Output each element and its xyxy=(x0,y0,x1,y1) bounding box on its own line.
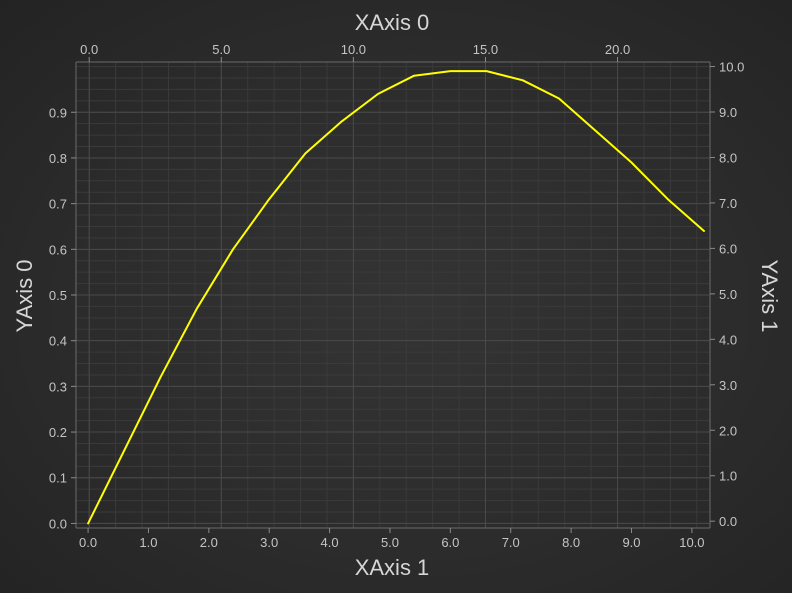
x-bottom-tick-label: 4.0 xyxy=(321,535,339,550)
series-line xyxy=(87,70,705,525)
y-right-tick-label: 8.0 xyxy=(719,150,737,165)
y-left-tick-label: 0.9 xyxy=(49,105,67,120)
y-left-tick-label: 0.4 xyxy=(49,334,67,349)
y-right-tick-label: 4.0 xyxy=(719,332,737,347)
tick-labels: 0.0 5.0 10.0 15.0 20.0 0.0 1.0 2.0 3.0 4.0 5.0 6.0 7… xyxy=(49,42,744,550)
y-right-tick-label: 1.0 xyxy=(719,469,737,484)
x-bottom-tick-label: 2.0 xyxy=(200,535,218,550)
x-top-tick-label: 20.0 xyxy=(605,42,630,57)
chart: 0.0 5.0 10.0 15.0 20.0 0.0 1.0 2.0 3.0 4.0 5.0 6.0 7… xyxy=(0,0,792,593)
y-left-tick-label: 0.6 xyxy=(49,242,67,257)
y-right-tick-label: 9.0 xyxy=(719,105,737,120)
chart-svg: 0.0 5.0 10.0 15.0 20.0 0.0 1.0 2.0 3.0 4.0 5.0 6.0 7… xyxy=(12,10,782,580)
x-bottom-tick-label: 0.0 xyxy=(79,535,97,550)
x-top-tick-label: 10.0 xyxy=(341,42,366,57)
x-bottom-tick-label: 9.0 xyxy=(622,535,640,550)
y-left-tick-label: 0.5 xyxy=(49,288,67,303)
x-bottom-tick-label: 8.0 xyxy=(562,535,580,550)
grid xyxy=(76,62,710,528)
x-bottom-tick-label: 7.0 xyxy=(502,535,520,550)
x-axis-bottom-title: XAxis 1 xyxy=(355,555,430,580)
x-bottom-tick-label: 5.0 xyxy=(381,535,399,550)
y-left-tick-label: 0.2 xyxy=(49,425,67,440)
y-left-tick-label: 0.3 xyxy=(49,379,67,394)
x-bottom-tick-label: 3.0 xyxy=(260,535,278,550)
y-right-tick-label: 0.0 xyxy=(719,514,737,529)
y-axis-right-title: YAxis 1 xyxy=(757,260,782,333)
x-top-tick-label: 15.0 xyxy=(473,42,498,57)
y-left-tick-label: 0.8 xyxy=(49,151,67,166)
y-axis-left-title: YAxis 0 xyxy=(12,260,37,333)
x-top-tick-label: 5.0 xyxy=(212,42,230,57)
series-layer xyxy=(87,70,705,525)
y-right-tick-label: 6.0 xyxy=(719,241,737,256)
y-left-tick-label: 0.1 xyxy=(49,471,67,486)
y-right-tick-label: 7.0 xyxy=(719,196,737,211)
x-bottom-tick-label: 1.0 xyxy=(139,535,157,550)
x-axis-top-title: XAxis 0 xyxy=(355,10,430,35)
x-bottom-tick-label: 10.0 xyxy=(679,535,704,550)
y-left-tick-label: 0.7 xyxy=(49,197,67,212)
y-right-tick-label: 5.0 xyxy=(719,287,737,302)
x-top-tick-label: 0.0 xyxy=(80,42,98,57)
y-right-tick-label: 10.0 xyxy=(719,60,744,75)
y-right-tick-label: 3.0 xyxy=(719,378,737,393)
y-left-tick-label: 0.0 xyxy=(49,516,67,531)
x-bottom-tick-label: 6.0 xyxy=(441,535,459,550)
y-right-tick-label: 2.0 xyxy=(719,423,737,438)
